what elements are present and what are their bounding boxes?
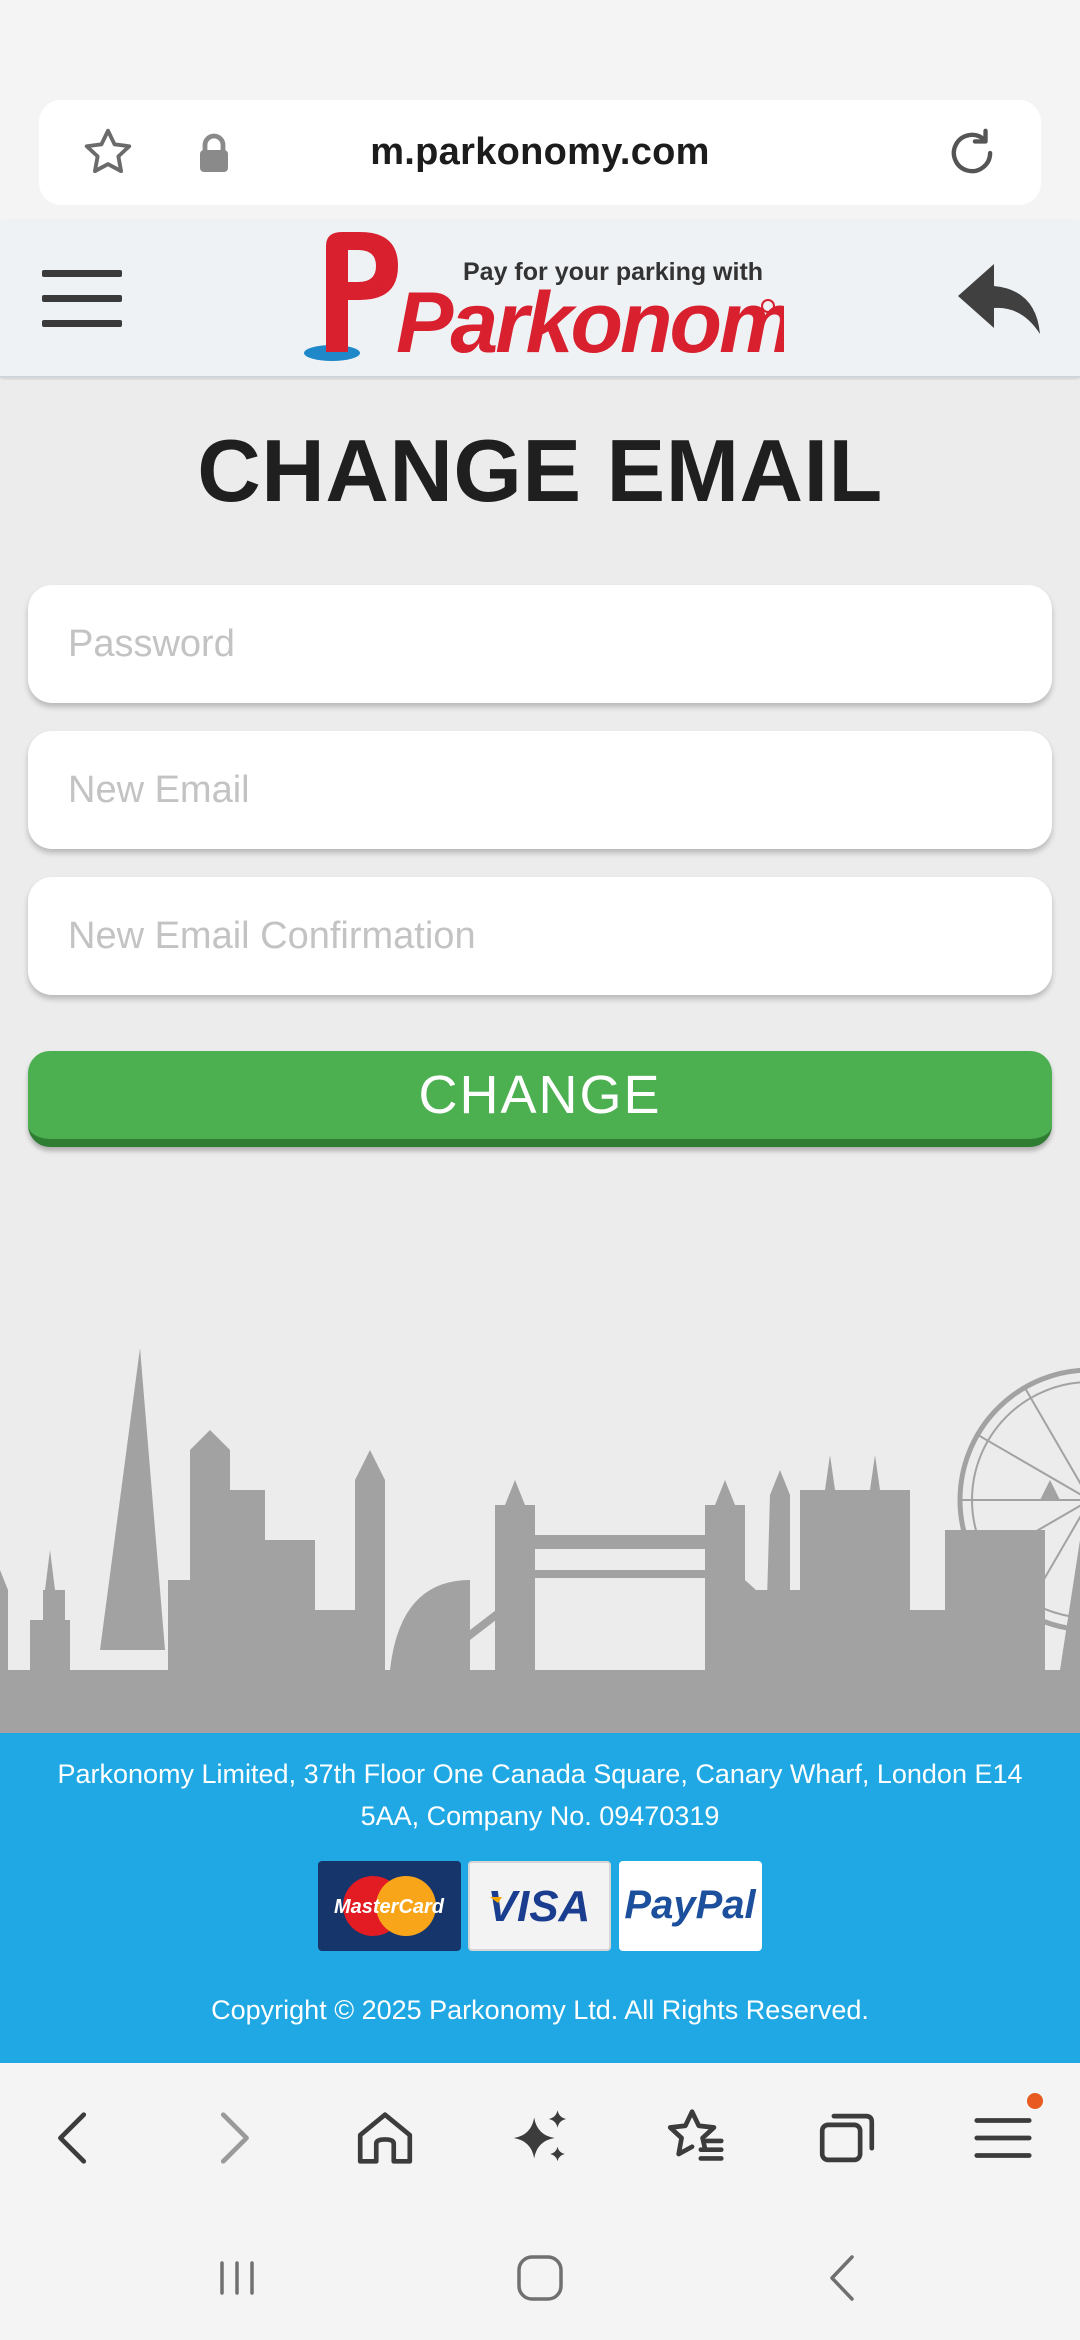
- confirm-email-field[interactable]: [28, 877, 1052, 995]
- new-email-field[interactable]: [28, 731, 1052, 849]
- address-bar[interactable]: m.parkonomy.com: [39, 100, 1041, 205]
- site-footer: Parkonomy Limited, 37th Floor One Canada…: [0, 1733, 1080, 2063]
- london-skyline-illustration: [0, 1348, 1080, 1733]
- browser-toolbar: [0, 2063, 1080, 2213]
- svg-text:MasterCard: MasterCard: [334, 1896, 445, 1918]
- svg-text:Parkonomy: Parkonomy: [396, 275, 784, 368]
- reload-icon[interactable]: [943, 124, 1001, 182]
- password-field[interactable]: [28, 585, 1052, 703]
- company-address: Parkonomy Limited, 37th Floor One Canada…: [57, 1759, 1023, 1831]
- back-icon[interactable]: [40, 2103, 110, 2173]
- ai-sparkle-icon[interactable]: [505, 2103, 575, 2173]
- forward-icon[interactable]: [197, 2103, 267, 2173]
- change-button[interactable]: CHANGE: [28, 1051, 1052, 1147]
- payment-methods: MasterCard VISA PayPal: [318, 1861, 762, 1951]
- reply-back-icon[interactable]: [956, 260, 1042, 340]
- system-back-icon[interactable]: [808, 2243, 878, 2313]
- copyright-text: Copyright © 2025 Parkonomy Ltd. All Righ…: [211, 1995, 869, 2025]
- browser-top-bar: m.parkonomy.com: [0, 0, 1080, 220]
- bookmarks-icon[interactable]: [660, 2103, 730, 2173]
- tabs-icon[interactable]: [812, 2103, 882, 2173]
- main-content: CHANGE EMAIL CHANGE: [0, 380, 1080, 1733]
- svg-text:VISA: VISA: [488, 1882, 591, 1931]
- recent-apps-icon[interactable]: [202, 2243, 272, 2313]
- paypal-logo: PayPal: [619, 1861, 762, 1951]
- parkonomy-logo[interactable]: Parkonomy Pay for your parking with: [298, 228, 784, 368]
- svg-text:PayPal: PayPal: [624, 1883, 756, 1927]
- notification-dot: [1027, 2093, 1043, 2109]
- home-button-icon[interactable]: [505, 2243, 575, 2313]
- url-text[interactable]: m.parkonomy.com: [39, 100, 1041, 205]
- visa-logo: VISA: [468, 1861, 611, 1951]
- home-icon[interactable]: [350, 2103, 420, 2173]
- hamburger-menu-icon[interactable]: [42, 270, 122, 328]
- system-navigation-bar: [0, 2213, 1080, 2340]
- svg-text:Pay for your parking with: Pay for your parking with: [463, 258, 763, 286]
- site-header: Parkonomy Pay for your parking with: [0, 220, 1080, 378]
- menu-icon[interactable]: [968, 2103, 1038, 2173]
- mastercard-logo: MasterCard: [318, 1861, 461, 1951]
- page-title: CHANGE EMAIL: [197, 421, 883, 520]
